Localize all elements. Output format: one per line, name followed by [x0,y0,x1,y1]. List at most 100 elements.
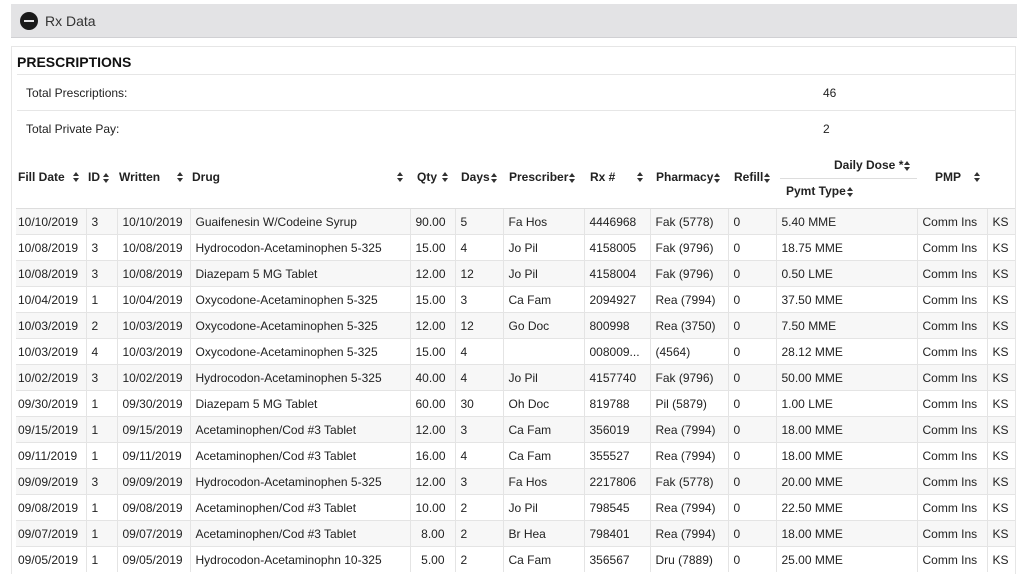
table-row[interactable]: 10/08/2019 3 10/08/2019 Hydrocodon-Acetamin… [16,234,1015,261]
cell-drug: Oxycodone-Acetaminophen 5-325 [190,338,411,365]
cell-pmp: KS [987,364,1015,391]
table-row[interactable]: 09/08/2019 1 09/08/2019 Acetaminophen/Cod #… [16,494,1015,521]
header-label: Pymt Type [786,184,846,198]
cell-refill: 0 [728,468,777,495]
cell-written: 10/03/2019 [117,338,191,365]
table-row[interactable]: 09/30/2019 1 09/30/2019 Diazepam 5 MG Table… [16,390,1015,417]
cell-daily-dose: 25.00 MME [776,546,918,572]
prescriptions-table: Fill Date ID Written Drug Qty Days Presc… [16,146,1015,572]
cell-pmp: KS [987,546,1015,572]
cell-qty: 16.00 [410,442,456,469]
col-header-days[interactable]: Days [455,146,503,209]
section-title: PRESCRIPTIONS [17,54,132,70]
cell-days: 5 [455,208,504,235]
table-row[interactable]: 09/07/2019 1 09/07/2019 Acetaminophen/Cod #… [16,520,1015,547]
cell-fill-date: 10/08/2019 [16,260,87,287]
col-header-refill[interactable]: Refill [728,146,776,209]
sort-icon[interactable] [904,160,911,171]
summary-value: 46 [823,86,837,100]
cell-prescriber: Fa Hos [503,208,585,235]
cell-prescriber: Jo Pil [503,494,585,521]
col-header-id[interactable]: ID [86,146,117,209]
cell-written: 09/09/2019 [117,468,191,495]
header-label: Refill [734,170,764,184]
col-header-pmp[interactable]: PMP [917,146,987,209]
cell-pymt-type: Comm Ins [917,208,988,235]
table-row[interactable]: 10/04/2019 1 10/04/2019 Oxycodone-Acetamino… [16,286,1015,313]
col-header-rx[interactable]: Rx # [584,146,650,209]
cell-pymt-type: Comm Ins [917,520,988,547]
table-row[interactable]: 09/09/2019 3 09/09/2019 Hydrocodon-Acetamin… [16,468,1015,495]
cell-refill: 0 [728,260,777,287]
pymt-type-header[interactable]: Pymt Type [786,184,854,198]
col-header-prescriber[interactable]: Prescriber [503,146,584,209]
cell-pymt-type: Comm Ins [917,546,988,572]
sort-icon[interactable] [490,172,498,183]
col-header-drug[interactable]: Drug [190,146,410,209]
sort-icon[interactable] [569,172,576,183]
cell-drug: Guaifenesin W/Codeine Syrup [190,208,411,235]
header-label: Fill Date [18,170,65,184]
table-row[interactable]: 10/10/2019 3 10/10/2019 Guaifenesin W/Codei… [16,208,1015,235]
cell-daily-dose: 22.50 MME [776,494,918,521]
cell-days: 4 [455,364,504,391]
cell-pharmacy: Fak (9796) [650,234,729,261]
table-row[interactable]: 09/11/2019 1 09/11/2019 Acetaminophen/Cod #… [16,442,1015,469]
col-header-written[interactable]: Written [117,146,190,209]
cell-id: 1 [86,416,118,443]
sort-icon[interactable] [442,172,449,182]
cell-qty: 12.00 [410,312,456,339]
cell-fill-date: 10/10/2019 [16,208,87,235]
table-row[interactable]: 09/15/2019 1 09/15/2019 Acetaminophen/Cod #… [16,416,1015,443]
cell-daily-dose: 18.75 MME [776,234,918,261]
cell-daily-dose: 0.50 LME [776,260,918,287]
sort-icon[interactable] [974,172,981,182]
cell-days: 4 [455,442,504,469]
sort-icon[interactable] [714,172,721,183]
col-header-pharmacy[interactable]: Pharmacy [650,146,728,209]
daily-dose-header[interactable]: Daily Dose * [834,158,911,172]
sort-icon[interactable] [73,172,80,182]
header-label: Rx # [590,170,616,184]
cell-written: 09/30/2019 [117,390,191,417]
cell-qty: 8.00 [410,520,456,547]
sort-icon[interactable] [637,172,644,182]
cell-pymt-type: Comm Ins [917,468,988,495]
sort-icon[interactable] [177,172,184,182]
cell-drug: Hydrocodon-Acetaminophen 5-325 [190,234,411,261]
table-row[interactable]: 10/03/2019 4 10/03/2019 Oxycodone-Acetamino… [16,338,1015,365]
cell-rx-number: 2217806 [584,468,651,495]
rx-data-panel-header[interactable]: Rx Data [11,4,1017,38]
col-header-qty[interactable]: Qty [410,146,455,209]
sort-icon[interactable] [103,172,110,183]
header-label: PMP [935,170,962,184]
cell-prescriber: Br Hea [503,520,585,547]
table-row[interactable]: 10/08/2019 3 10/08/2019 Diazepam 5 MG Table… [16,260,1015,287]
cell-rx-number: 008009... [584,338,651,365]
cell-pmp: KS [987,234,1015,261]
cell-days: 2 [455,546,504,572]
minus-circle-icon[interactable] [20,12,38,30]
cell-drug: Diazepam 5 MG Tablet [190,260,411,287]
sort-icon[interactable] [846,186,854,197]
sort-icon[interactable] [397,172,404,182]
cell-pmp: KS [987,286,1015,313]
cell-fill-date: 09/09/2019 [16,468,87,495]
cell-pharmacy: Dru (7889) [650,546,729,572]
cell-written: 09/08/2019 [117,494,191,521]
cell-pharmacy: Rea (7994) [650,520,729,547]
cell-id: 1 [86,494,118,521]
sort-icon[interactable] [764,172,771,183]
cell-prescriber: Jo Pil [503,234,585,261]
cell-prescriber: Ca Fam [503,546,585,572]
cell-pmp: KS [987,260,1015,287]
cell-fill-date: 10/03/2019 [16,312,87,339]
table-row[interactable]: 10/02/2019 3 10/02/2019 Hydrocodon-Acetamin… [16,364,1015,391]
col-header-fill-date[interactable]: Fill Date [16,146,86,209]
cell-refill: 0 [728,494,777,521]
table-row[interactable]: 10/03/2019 2 10/03/2019 Oxycodone-Acetamino… [16,312,1015,339]
cell-days: 4 [455,338,504,365]
cell-pmp: KS [987,520,1015,547]
col-header-daily-dose[interactable]: Daily Dose * Pymt Type [776,146,917,209]
table-row[interactable]: 09/05/2019 1 09/05/2019 Hydrocodon-Acetamin… [16,546,1015,572]
